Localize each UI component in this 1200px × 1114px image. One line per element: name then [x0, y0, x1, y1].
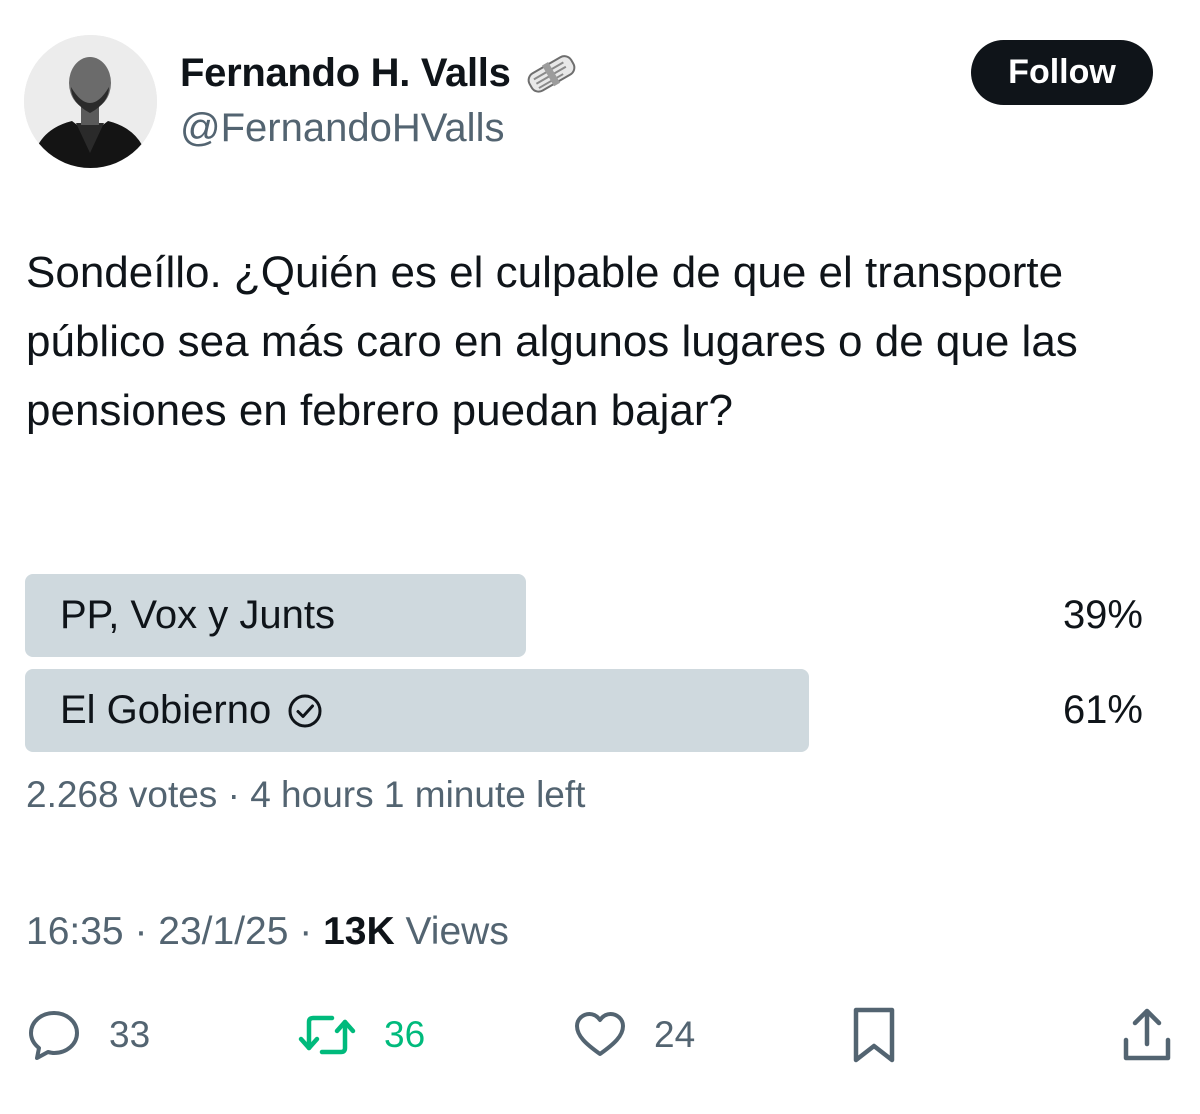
reply-count: 33: [109, 1014, 151, 1055]
retweet-count: 36: [384, 1014, 426, 1055]
avatar[interactable]: [24, 35, 157, 168]
poll-percent: 61%: [1062, 688, 1143, 732]
retweet-button[interactable]: 36: [296, 1000, 425, 1070]
poll-meta: 2.268 votes · 4 hours 1 minute left: [26, 774, 585, 816]
bookmark-icon: [850, 1004, 898, 1066]
poll-percent: 39%: [1062, 593, 1143, 637]
follow-button[interactable]: Follow: [971, 40, 1153, 105]
user-handle[interactable]: @FernandoHValls: [180, 106, 504, 151]
reply-icon: [25, 1006, 83, 1064]
display-name[interactable]: Fernando H. Valls: [180, 48, 581, 98]
like-count: 24: [654, 1014, 696, 1055]
display-name-text: Fernando H. Valls: [180, 50, 511, 95]
poll-votes: 2.268 votes: [26, 774, 218, 815]
tweet-text: Sondeíllo. ¿Quién es el culpable de que …: [26, 248, 1078, 435]
tweet-meta: 16:35 · 23/1/25 · 13K Views: [26, 910, 509, 954]
share-button[interactable]: [1120, 1000, 1174, 1070]
views-count: 13K: [323, 910, 395, 953]
share-icon: [1120, 1006, 1174, 1064]
like-button[interactable]: 24: [572, 1000, 695, 1070]
separator: ·: [134, 910, 148, 953]
poll-option-pp-vox-junts[interactable]: PP, Vox y Junts 39%: [25, 574, 1143, 657]
tweet-date[interactable]: 23/1/25: [158, 910, 288, 953]
heart-icon: [572, 1007, 628, 1063]
bookmark-button[interactable]: [850, 1000, 898, 1070]
avatar-image: [24, 35, 157, 168]
poll-option-label: PP, Vox y Junts: [60, 593, 335, 637]
views-label: Views: [405, 910, 509, 953]
newspaper-roll-icon: [521, 48, 581, 98]
separator: ·: [227, 774, 240, 815]
poll-time-left: 4 hours 1 minute left: [250, 774, 586, 815]
poll-option-el-gobierno[interactable]: El Gobierno 61%: [25, 669, 1143, 752]
tweet-time[interactable]: 16:35: [26, 910, 124, 953]
action-bar: 33 36 24: [0, 1000, 1200, 1070]
separator: ·: [299, 910, 313, 953]
check-circle-icon: [287, 693, 323, 729]
poll-option-label: El Gobierno: [60, 688, 272, 732]
retweet-icon: [296, 1006, 358, 1064]
reply-button[interactable]: 33: [25, 1000, 150, 1070]
